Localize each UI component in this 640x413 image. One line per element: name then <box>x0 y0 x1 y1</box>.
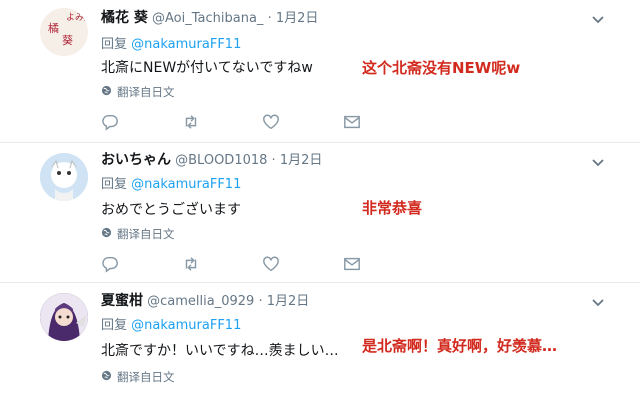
user-name[interactable]: 夏蜜柑 <box>101 293 143 309</box>
tweet-3[interactable]: 夏蜜柑 @camellia_0929 · 1月2日 回复 @nakamuraFF… <box>0 283 640 413</box>
avatar-2[interactable] <box>40 153 88 201</box>
tweet-header: 夏蜜柑 @camellia_0929 · 1月2日 <box>101 292 309 311</box>
annotation-text: 这个北斋没有NEW呢w <box>362 59 521 77</box>
tweet-time[interactable]: 1月2日 <box>267 294 310 309</box>
heart-icon[interactable] <box>262 255 282 275</box>
reply-mention[interactable]: @nakamuraFF11 <box>131 318 241 333</box>
annotation-text: 是北斋啊！真好啊，好羡慕… <box>362 337 558 355</box>
avatar-1[interactable]: よみ好人の橘葵 橘 葵 <box>40 8 88 56</box>
translate-label: 翻译自日文 <box>117 370 175 384</box>
envelope-icon[interactable] <box>343 113 363 133</box>
user-name[interactable]: 橘花 葵 <box>101 10 148 26</box>
tweet-text: 北斎にNEWが付いてないですねw <box>101 60 313 76</box>
tweet-actions <box>101 255 381 275</box>
reply-context: 回复 @nakamuraFF11 <box>101 36 241 54</box>
tweet-time[interactable]: 1月2日 <box>280 153 323 168</box>
reply-icon[interactable] <box>101 255 121 275</box>
tweet-1[interactable]: よみ好人の橘葵 橘 葵 橘花 葵 @Aoi_Tachibana_ · 1月2日 … <box>0 0 640 143</box>
svg-text:よみ好人の橘葵: よみ好人の橘葵 <box>66 11 88 23</box>
translate-link[interactable]: 翻译自日文 <box>101 226 175 242</box>
separator-dot: · <box>267 11 272 26</box>
reply-context: 回复 @nakamuraFF11 <box>101 176 241 194</box>
tweet-header: おいちゃん @BLOOD1018 · 1月2日 <box>101 151 322 170</box>
globe-icon <box>101 369 112 385</box>
tweet-actions <box>101 113 381 133</box>
retweet-icon[interactable] <box>182 255 202 275</box>
reply-context: 回复 @nakamuraFF11 <box>101 317 241 335</box>
chevron-down-icon[interactable] <box>590 294 606 310</box>
reply-icon[interactable] <box>101 113 121 133</box>
tweet-header: 橘花 葵 @Aoi_Tachibana_ · 1月2日 <box>101 9 318 28</box>
chevron-down-icon[interactable] <box>590 154 606 170</box>
user-handle[interactable]: @camellia_0929 <box>147 294 254 309</box>
envelope-icon[interactable] <box>343 255 363 275</box>
reply-mention[interactable]: @nakamuraFF11 <box>131 37 241 52</box>
chevron-down-icon[interactable] <box>590 11 606 27</box>
tweet-2[interactable]: おいちゃん @BLOOD1018 · 1月2日 回复 @nakamuraFF11… <box>0 143 640 283</box>
reply-mention[interactable]: @nakamuraFF11 <box>131 177 241 192</box>
annotation-text: 非常恭喜 <box>362 199 423 217</box>
svg-text:橘: 橘 <box>48 22 59 35</box>
heart-icon[interactable] <box>262 113 282 133</box>
globe-icon <box>101 226 112 242</box>
svg-text:葵: 葵 <box>62 34 73 47</box>
tweet-text: 北斎ですか！いいですね…羨ましい… <box>101 343 339 359</box>
translate-link[interactable]: 翻译自日文 <box>101 84 175 100</box>
reply-prefix: 回复 <box>101 318 128 333</box>
globe-icon <box>101 84 112 100</box>
retweet-icon[interactable] <box>182 113 202 133</box>
separator-dot: · <box>258 294 263 309</box>
user-handle[interactable]: @Aoi_Tachibana_ <box>152 11 263 26</box>
tweet-time[interactable]: 1月2日 <box>276 11 319 26</box>
translate-label: 翻译自日文 <box>117 85 175 99</box>
separator-dot: · <box>271 153 276 168</box>
user-handle[interactable]: @BLOOD1018 <box>175 153 267 168</box>
translate-link[interactable]: 翻译自日文 <box>101 369 175 385</box>
reply-prefix: 回复 <box>101 37 128 52</box>
reply-prefix: 回复 <box>101 177 128 192</box>
translate-label: 翻译自日文 <box>117 227 175 241</box>
user-name[interactable]: おいちゃん <box>101 152 171 168</box>
tweet-text: おめでとうございます <box>101 202 241 218</box>
avatar-3[interactable] <box>40 293 88 341</box>
